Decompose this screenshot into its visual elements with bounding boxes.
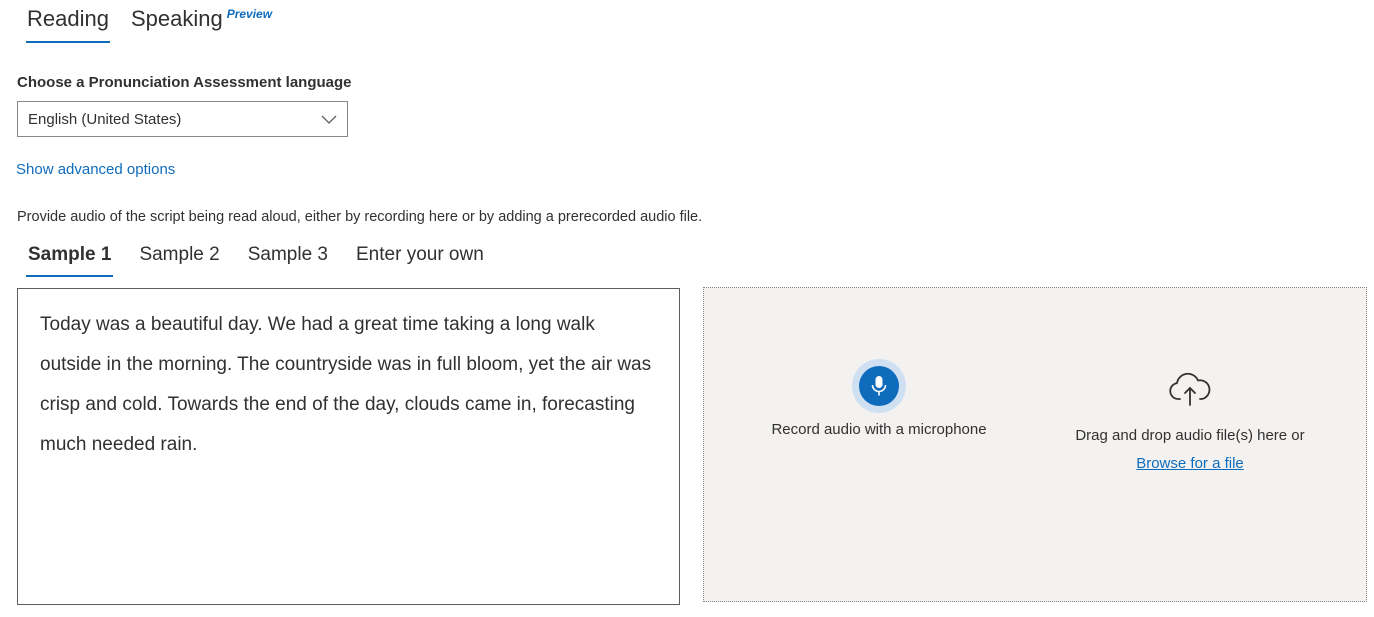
instructions-text: Provide audio of the script being read a… bbox=[17, 209, 703, 225]
tab-speaking-label: Speaking bbox=[130, 6, 223, 31]
language-label: Choose a Pronunciation Assessment langua… bbox=[17, 74, 352, 91]
tab-sample-3[interactable]: Sample 3 bbox=[236, 240, 344, 272]
tab-speaking[interactable]: Speaking Preview bbox=[120, 0, 283, 38]
show-advanced-options-link[interactable]: Show advanced options bbox=[16, 161, 175, 178]
microphone-icon bbox=[871, 376, 887, 396]
tab-sample-2[interactable]: Sample 2 bbox=[127, 240, 235, 272]
language-dropdown[interactable]: English (United States) bbox=[17, 101, 348, 137]
record-microphone-button[interactable] bbox=[852, 359, 906, 413]
script-textbox[interactable]: Today was a beautiful day. We had a grea… bbox=[17, 288, 680, 605]
drag-drop-label: Drag and drop audio file(s) here or bbox=[1075, 427, 1305, 444]
mic-button-inner bbox=[859, 366, 899, 406]
sample-tabs: Sample 1 Sample 2 Sample 3 Enter your ow… bbox=[16, 240, 500, 277]
preview-badge: Preview bbox=[226, 7, 273, 21]
cloud-upload-icon bbox=[1169, 372, 1211, 406]
record-audio-label: Record audio with a microphone bbox=[771, 421, 987, 438]
mode-tabs: Reading Speaking Preview bbox=[16, 0, 283, 44]
tab-enter-your-own[interactable]: Enter your own bbox=[344, 240, 500, 272]
audio-drop-zone[interactable]: Record audio with a microphone Drag and … bbox=[703, 287, 1367, 602]
tab-sample-1[interactable]: Sample 1 bbox=[16, 240, 127, 277]
chevron-down-icon bbox=[321, 115, 337, 124]
tab-reading-label: Reading bbox=[27, 6, 109, 31]
language-selected-value: English (United States) bbox=[28, 110, 182, 128]
browse-file-link[interactable]: Browse for a file bbox=[1040, 455, 1340, 472]
pronunciation-assessment-page: Reading Speaking Preview Choose a Pronunc… bbox=[0, 0, 1374, 617]
tab-reading[interactable]: Reading bbox=[16, 0, 120, 43]
